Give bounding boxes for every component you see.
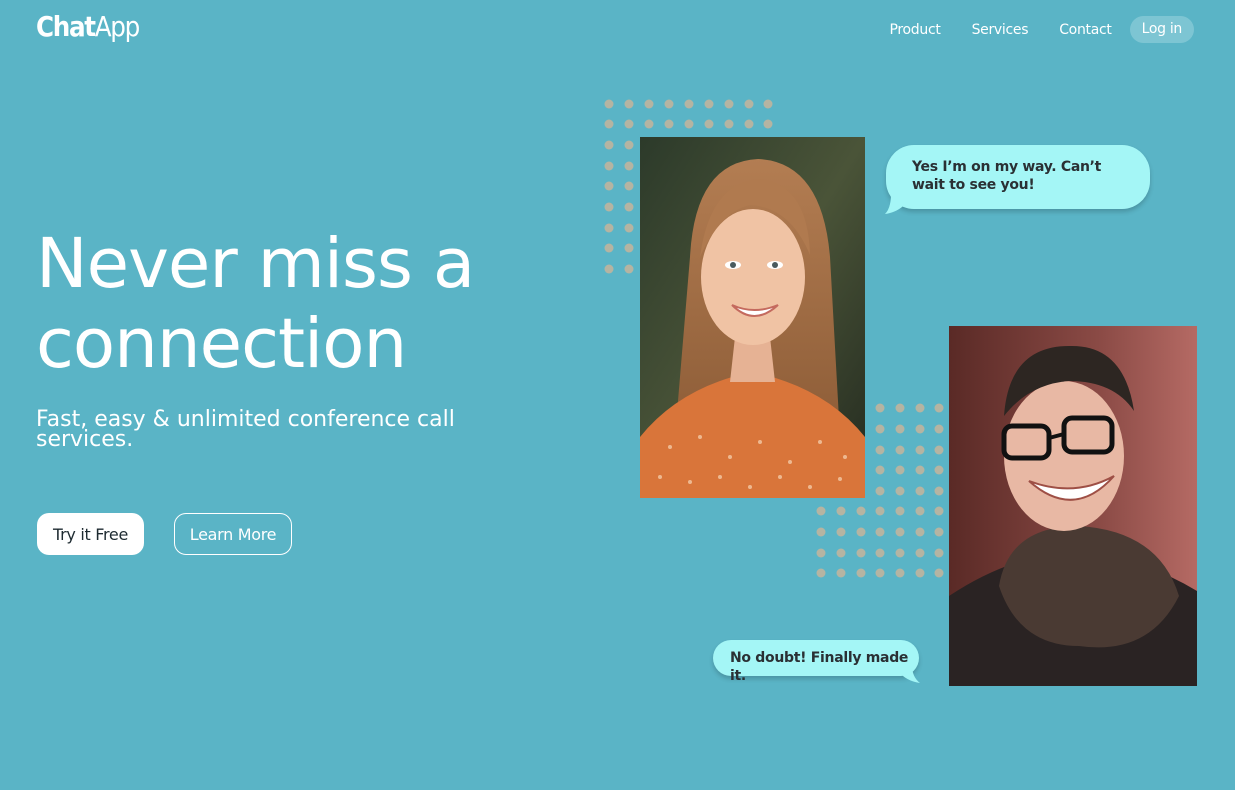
try-it-free-button[interactable]: Try it Free <box>37 513 144 555</box>
bubble-tail-left-icon <box>885 194 907 214</box>
man-photo <box>949 326 1197 686</box>
landing-page: ChatApp Product Services Contact Log in … <box>0 0 1235 790</box>
woman-photo <box>640 137 865 498</box>
learn-more-button[interactable]: Learn More <box>174 513 292 555</box>
nav-product-link[interactable]: Product <box>890 22 941 38</box>
hero-subheadline: Fast, easy & unlimited conference call s… <box>36 407 455 452</box>
headline-line-2: connection <box>36 304 407 384</box>
login-button[interactable]: Log in <box>1129 16 1194 43</box>
chatapp-logo[interactable]: ChatApp <box>36 10 141 43</box>
chat-bubble-2-text: No doubt! Finally made it. <box>730 650 909 684</box>
top-nav: Product Services Contact Log in <box>859 16 1194 43</box>
chat-bubble-incoming: Yes I’m on my way. Can’t wait to see you… <box>886 145 1150 209</box>
chat-bubble-outgoing: No doubt! Finally made it. <box>713 640 919 684</box>
bubble-tail-right-icon <box>898 665 920 683</box>
logo-bold-text: Chat <box>36 10 96 43</box>
hero-headline: Never miss a connection <box>36 224 556 384</box>
headline-line-1: Never miss a <box>36 224 475 304</box>
logo-light-text: App <box>94 10 141 43</box>
chat-bubble-1-text: Yes I’m on my way. Can’t wait to see you… <box>912 159 1102 193</box>
nav-services-link[interactable]: Services <box>972 22 1029 38</box>
nav-contact-link[interactable]: Contact <box>1059 22 1112 38</box>
